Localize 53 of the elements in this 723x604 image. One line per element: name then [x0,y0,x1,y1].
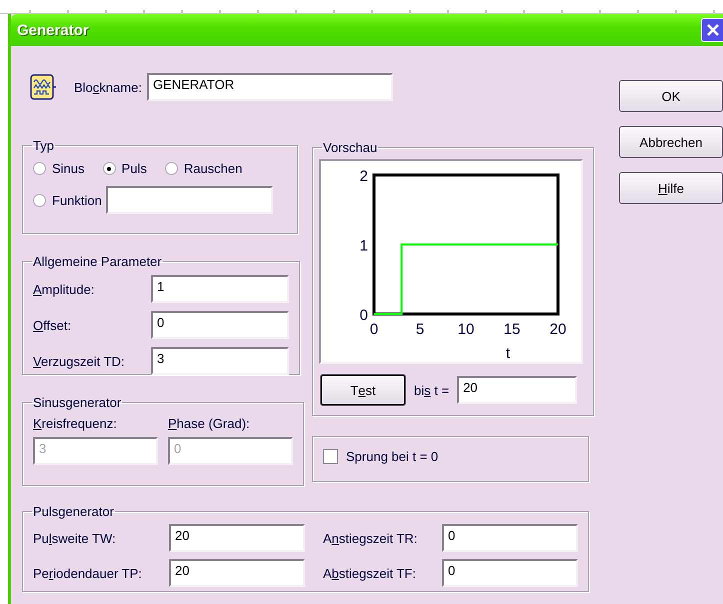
field-label: Periodendauer TP: [33,566,143,580]
x-tick-label: 5 [416,321,424,338]
input-field[interactable]: 20 [169,524,305,552]
y-tick-label: 1 [360,238,368,254]
field-label: Kreisfrequenz: [33,416,118,431]
radio-option[interactable]: Puls [102,161,147,176]
radio-button[interactable] [33,162,46,175]
test-button[interactable]: Test [320,374,406,406]
field-label: Verzugszeit TD: [33,354,126,368]
field-label: bis t = [414,382,450,398]
group-label: Allgemeine Parameter [32,254,163,269]
dialog-button[interactable]: Abbrechen [619,126,723,158]
group-label: Vorschau [322,140,378,155]
field-label: Amplitude: [33,282,96,296]
field-label: Anstiegszeit TR: [323,530,418,546]
radio-option[interactable]: Sinus [33,161,85,176]
dialog-button[interactable]: OK [619,80,723,112]
group-label: Pulsgenerator [32,504,115,519]
close-icon [706,23,720,37]
checkbox[interactable] [323,449,338,464]
x-tick-label: 20 [550,321,566,338]
input-field[interactable]: 20 [457,376,578,404]
y-tick-label: 2 [360,168,368,185]
function-field[interactable] [106,186,273,214]
input-field[interactable]: 0 [151,311,289,339]
radio-button[interactable] [33,194,46,206]
x-tick-label: 10 [458,321,474,338]
group-label: Sinusgenerator [32,395,122,410]
radio-button[interactable] [164,162,178,175]
x-axis-label: t [506,345,510,362]
x-tick-label: 15 [504,321,520,338]
field-label: Abstiegszeit TF: [323,566,417,580]
checkbox-option[interactable]: Sprung bei t = 0 [323,449,578,464]
window-title: Generator [17,22,89,38]
field-label: Offset: [33,318,72,332]
input-field[interactable]: 1 [151,275,289,303]
field-label: Blockname: [74,80,142,94]
field-label: Phase (Grad): [168,416,251,431]
field-label: Pulsweite TW: [33,530,117,546]
generator-icon [30,74,56,100]
radio-option[interactable]: Rauschen [164,161,242,176]
close-button[interactable] [701,18,723,42]
dialog-button[interactable]: Hilfe [619,172,723,204]
radio-option[interactable]: Funktion [33,192,102,208]
radio-button[interactable] [102,162,116,175]
input-field[interactable]: 0 [442,559,578,587]
input-field[interactable]: 3 [151,347,289,375]
input-field[interactable]: 0 [442,524,578,552]
block-name-field[interactable]: GENERATOR [146,73,393,101]
x-tick-label: 0 [370,321,378,338]
y-tick-label: 0 [360,307,368,324]
group-label: Typ [32,138,55,153]
input-field[interactable]: 20 [169,559,305,587]
